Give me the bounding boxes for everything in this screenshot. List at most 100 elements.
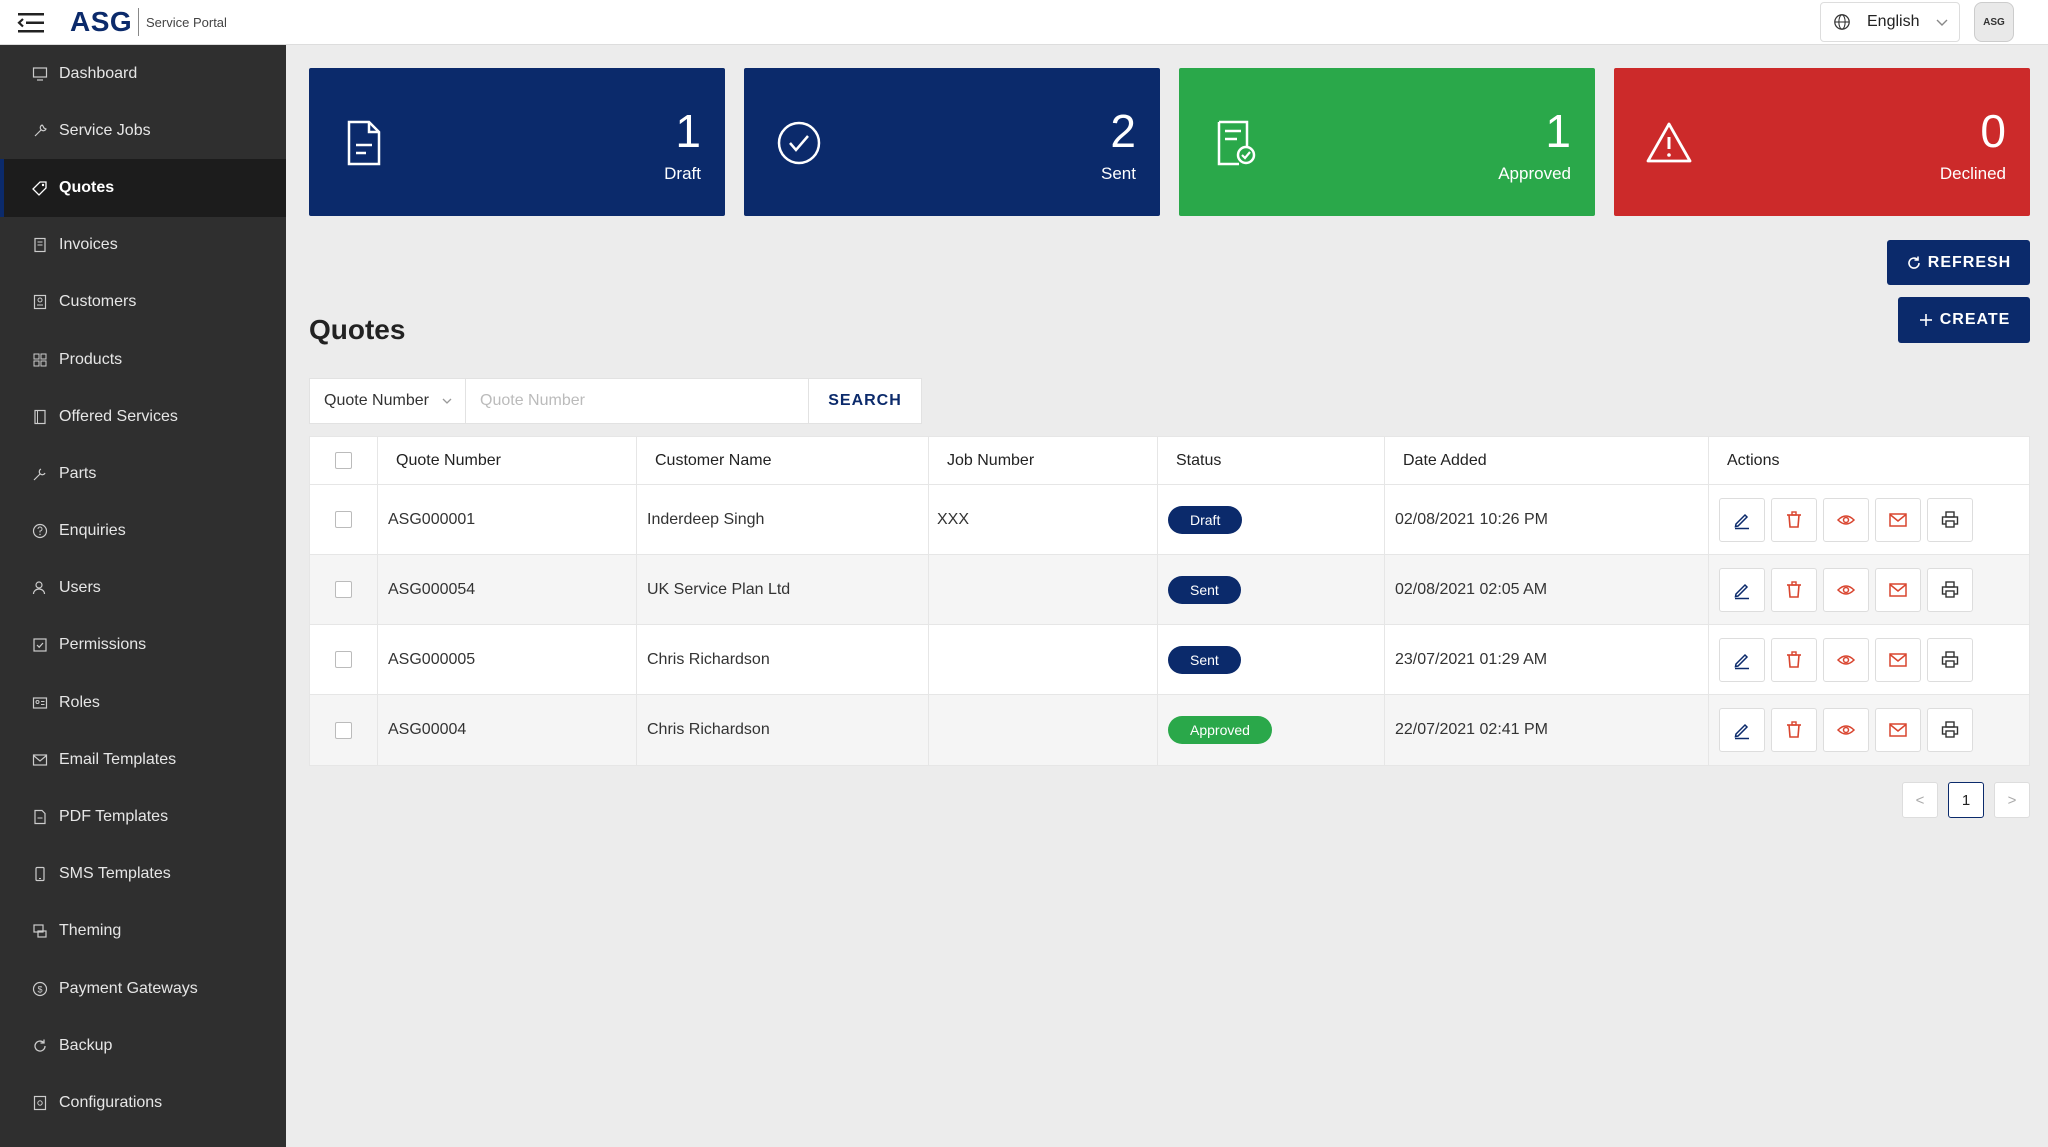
dollar-icon: $ [32,981,48,996]
view-button[interactable] [1823,708,1869,752]
column-header[interactable]: Customer Name [637,437,929,484]
sidebar-item-label: Backup [59,1036,113,1054]
edit-icon [1734,513,1749,529]
sidebar-item-theming[interactable]: Theming [0,903,286,960]
edit-button[interactable] [1719,567,1765,612]
avatar[interactable]: ASG [1974,2,2014,42]
pagination-page-1[interactable]: 1 [1948,782,1984,818]
refresh-icon [34,1039,46,1052]
warning-icon [1646,122,1692,163]
edit-button[interactable] [1719,637,1765,682]
stat-value: 1 [1545,105,1571,157]
sidebar-item-customers[interactable]: Customers [0,274,286,331]
status-badge: Draft [1168,505,1243,534]
sidebar-item-label: Parts [59,464,97,482]
stat-card-declined[interactable]: 0 Declined [1614,68,2030,216]
table-row: ASG000005 Chris Richardson Sent 23/07/20… [310,625,2029,695]
view-button[interactable] [1823,637,1869,682]
column-header[interactable]: Job Number [929,437,1158,484]
delete-button[interactable] [1771,497,1817,542]
refresh-icon [1908,256,1920,269]
plus-icon [1919,314,1932,326]
sidebar-item-offered-services[interactable]: Offered Services [0,388,286,445]
search-field-select[interactable]: Quote Number [310,379,466,423]
table-row: ASG00004 Chris Richardson Approved 22/07… [310,695,2029,765]
refresh-button[interactable]: REFRESH [1887,240,2030,285]
eye-icon [1836,514,1856,525]
search-button[interactable]: SEARCH [809,379,921,423]
edit-button[interactable] [1719,708,1765,752]
column-header[interactable]: Date Added [1385,437,1709,484]
document-icon [347,120,381,166]
sidebar-item-parts[interactable]: Parts [0,445,286,502]
row-checkbox[interactable] [335,581,352,598]
sidebar-item-pdf-templates[interactable]: PDF Templates [0,788,286,845]
app-logo[interactable]: ASG [70,6,132,38]
sidebar-item-permissions[interactable]: Permissions [0,617,286,674]
sidebar-item-backup[interactable]: Backup [0,1017,286,1074]
language-selector[interactable]: English [1820,2,1960,42]
stat-label: Approved [1498,164,1571,183]
job-number [929,555,1158,624]
email-button[interactable] [1875,637,1921,682]
email-button[interactable] [1875,567,1921,612]
view-button[interactable] [1823,567,1869,612]
sidebar-item-enquiries[interactable]: Enquiries [0,503,286,560]
sidebar-item-label: Offered Services [59,407,178,425]
print-button[interactable] [1927,637,1973,682]
sidebar-item-label: Quotes [59,178,115,196]
create-button[interactable]: CREATE [1898,297,2030,343]
sidebar-item-roles[interactable]: Roles [0,674,286,731]
sidebar-item-email-templates[interactable]: Email Templates [0,731,286,788]
search-bar: Quote Number SEARCH [309,378,922,424]
sidebar-item-sms-templates[interactable]: SMS Templates [0,846,286,903]
pagination-prev[interactable]: < [1902,782,1938,818]
sidebar-item-label: SMS Templates [59,865,171,883]
column-header[interactable]: Status [1158,437,1385,484]
search-input[interactable] [466,379,809,423]
customer-name: Chris Richardson [637,625,929,694]
sidebar-item-label: Customers [59,293,137,311]
sidebar-item-label: Invoices [59,236,118,254]
delete-button[interactable] [1771,708,1817,752]
stat-value: 2 [1110,105,1136,157]
edit-icon [1734,653,1749,669]
select-all-checkbox[interactable] [335,452,352,469]
eye-icon [1836,654,1856,665]
printer-icon [1941,580,1959,598]
sidebar-item-users[interactable]: Users [0,560,286,617]
print-button[interactable] [1927,567,1973,612]
quote-number: ASG00004 [378,695,637,765]
menu-icon[interactable] [16,10,46,36]
stat-card-draft[interactable]: 1 Draft [309,68,725,216]
sidebar-item-configurations[interactable]: Configurations [0,1074,286,1131]
sidebar-item-invoices[interactable]: Invoices [0,217,286,274]
status-badge: Sent [1168,575,1241,604]
row-checkbox[interactable] [335,721,352,739]
email-button[interactable] [1875,497,1921,542]
sidebar-item-products[interactable]: Products [0,331,286,388]
delete-button[interactable] [1771,637,1817,682]
wrench-icon [34,124,47,137]
column-header[interactable]: Quote Number [378,437,637,484]
row-checkbox[interactable] [335,651,352,668]
sidebar-item-service-jobs[interactable]: Service Jobs [0,102,286,159]
sidebar-item-label: Theming [59,922,122,940]
pagination-next[interactable]: > [1994,782,2030,818]
stat-card-approved[interactable]: 1 Approved [1179,68,1595,216]
row-checkbox[interactable] [335,511,352,528]
sidebar-item-dashboard[interactable]: Dashboard [0,45,286,102]
delete-button[interactable] [1771,567,1817,612]
sidebar-item-label: Roles [59,693,100,711]
chevron-down-icon [1936,19,1948,26]
sidebar-item-payment-gateways[interactable]: $ Payment Gateways [0,960,286,1017]
trash-icon [1787,510,1801,528]
print-button[interactable] [1927,497,1973,542]
print-button[interactable] [1927,708,1973,752]
stat-card-sent[interactable]: 2 Sent [744,68,1160,216]
view-button[interactable] [1823,497,1869,542]
top-bar: ASG Service Portal English ASG [0,0,2048,45]
edit-button[interactable] [1719,497,1765,542]
email-button[interactable] [1875,708,1921,752]
sidebar-item-quotes[interactable]: Quotes [0,159,286,217]
